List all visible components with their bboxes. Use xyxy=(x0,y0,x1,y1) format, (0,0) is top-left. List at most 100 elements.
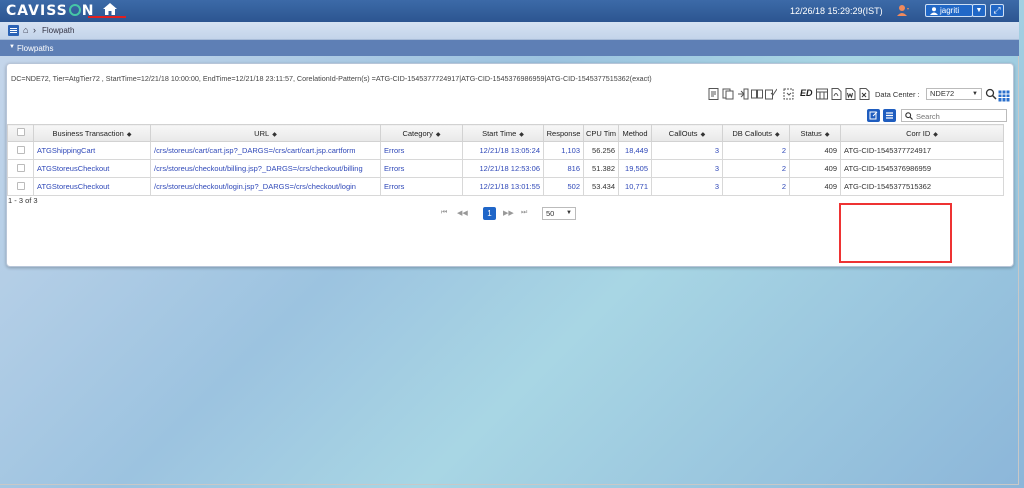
user-menu-button[interactable]: jagriti xyxy=(925,4,973,17)
server-datetime: 12/26/18 15:29:29(IST) xyxy=(790,6,883,16)
db-callouts-link[interactable]: 2 xyxy=(722,159,790,178)
url-link[interactable]: /crs/storeus/cart/cart.jsp?_DARGS=/crs/c… xyxy=(150,141,381,160)
search-field[interactable] xyxy=(901,109,1007,122)
caret-down-icon: ▼ xyxy=(972,91,978,97)
compare-icon[interactable] xyxy=(751,88,763,100)
current-page-button[interactable]: 1 xyxy=(483,207,496,220)
response-link[interactable]: 1,103 xyxy=(543,141,584,160)
edit-button[interactable] xyxy=(867,109,880,122)
column-header[interactable]: Business Transaction ◆ xyxy=(33,124,151,142)
user-icon xyxy=(930,7,938,15)
cpu-time-cell: 51.382 xyxy=(583,159,619,178)
last-page-icon[interactable]: ⏭ xyxy=(521,209,527,217)
pdf-icon[interactable] xyxy=(830,88,842,100)
response-link[interactable]: 816 xyxy=(543,159,584,178)
table-row[interactable]: ATGShippingCart /crs/storeus/cart/cart.j… xyxy=(7,141,1004,160)
breadcrumb-home-icon[interactable]: ⌂ xyxy=(23,25,28,35)
status-cell: 409 xyxy=(789,159,841,178)
column-header[interactable]: CPU Tim xyxy=(583,124,619,142)
column-header[interactable]: DB Callouts ◆ xyxy=(722,124,790,142)
column-toggle-button[interactable] xyxy=(883,109,896,122)
callouts-link[interactable]: 3 xyxy=(651,159,723,178)
status-cell: 409 xyxy=(789,177,841,196)
sort-icon: ◆ xyxy=(519,131,524,138)
table-row[interactable]: ATGStoreusCheckout /crs/storeus/checkout… xyxy=(7,159,1004,178)
business-transaction-link[interactable]: ATGStoreusCheckout xyxy=(33,177,151,196)
ed-icon[interactable]: ED xyxy=(800,88,813,100)
business-transaction-link[interactable]: ATGStoreusCheckout xyxy=(33,159,151,178)
menu-toggle-button[interactable] xyxy=(8,25,19,36)
column-header[interactable]: CallOuts ◆ xyxy=(651,124,723,142)
column-header[interactable]: Method xyxy=(618,124,652,142)
cpu-time-cell: 53.434 xyxy=(583,177,619,196)
page-size-select[interactable]: 50 ▼ xyxy=(542,207,576,220)
copy-icon[interactable] xyxy=(722,88,734,100)
section-title: Flowpaths xyxy=(17,44,54,53)
cpu-time-cell: 56.256 xyxy=(583,141,619,160)
row-checkbox[interactable] xyxy=(7,141,34,160)
document-export-icon[interactable] xyxy=(783,88,795,100)
category-cell[interactable]: Errors xyxy=(380,177,463,196)
callouts-link[interactable]: 3 xyxy=(651,141,723,160)
start-time-link[interactable]: 12/21/18 13:05:24 xyxy=(462,141,544,160)
breadcrumb-current: Flowpath xyxy=(42,26,75,35)
column-header[interactable]: Corr ID ◆ xyxy=(840,124,1004,142)
method-link[interactable]: 19,505 xyxy=(618,159,652,178)
column-header[interactable]: Start Time ◆ xyxy=(462,124,544,142)
home-active-indicator xyxy=(88,16,126,18)
db-callouts-link[interactable]: 2 xyxy=(722,141,790,160)
callouts-link[interactable]: 3 xyxy=(651,177,723,196)
table-header-row: Business Transaction ◆ URL ◆ Category ◆ Sta… xyxy=(7,124,1004,142)
top-bar: CAVISS N 12/26/18 15:29:29(IST) jagriti ▼… xyxy=(0,0,1019,22)
data-center-select[interactable]: NDE72 ▼ xyxy=(926,88,982,100)
next-page-icon[interactable]: ▶▶ xyxy=(503,209,514,217)
sort-icon: ◆ xyxy=(700,131,706,138)
db-callouts-link[interactable]: 2 xyxy=(722,177,790,196)
excel-icon[interactable] xyxy=(858,88,870,100)
start-time-link[interactable]: 12/21/18 12:53:06 xyxy=(462,159,544,178)
start-time-link[interactable]: 12/21/18 13:01:55 xyxy=(462,177,544,196)
fullscreen-button[interactable]: ⤢ xyxy=(990,4,1004,17)
response-link[interactable]: 502 xyxy=(543,177,584,196)
row-checkbox[interactable] xyxy=(7,177,34,196)
select-all-checkbox[interactable] xyxy=(7,124,34,142)
zoom-icon[interactable] xyxy=(985,88,997,100)
caret-down-icon: ▼ xyxy=(975,7,983,14)
sort-icon: ◆ xyxy=(774,131,780,138)
filter-criteria: DC=NDE72, Tier=AtgTier72 , StartTime=12/… xyxy=(11,74,652,83)
prev-page-icon[interactable]: ◀◀ xyxy=(457,209,468,217)
pdf-export-icon[interactable] xyxy=(708,88,720,100)
business-transaction-link[interactable]: ATGShippingCart xyxy=(33,141,151,160)
search-input[interactable] xyxy=(916,111,1004,121)
data-center-label: Data Center : xyxy=(875,90,920,99)
table-row[interactable]: ATGStoreusCheckout /crs/storeus/checkout… xyxy=(7,177,1004,196)
column-header[interactable]: Category ◆ xyxy=(380,124,463,142)
alert-user-icon[interactable] xyxy=(896,4,910,17)
corr-id-cell: ATG-CID-1545377724917 xyxy=(840,141,1004,160)
column-header[interactable]: Status ◆ xyxy=(789,124,841,142)
breadcrumb: ⌂ › Flowpath xyxy=(0,22,1019,40)
method-link[interactable]: 18,449 xyxy=(618,141,652,160)
category-cell[interactable]: Errors xyxy=(380,141,463,160)
checklist-icon[interactable] xyxy=(765,88,778,100)
caret-down-icon: ▼ xyxy=(566,210,572,216)
url-link[interactable]: /crs/storeus/checkout/billing.jsp?_DARGS… xyxy=(150,159,381,178)
url-link[interactable]: /crs/storeus/checkout/login.jsp?_DARGS=/… xyxy=(150,177,381,196)
flowpaths-section-header[interactable]: ▼ Flowpaths xyxy=(0,40,1019,56)
word-icon[interactable] xyxy=(844,88,856,100)
column-header[interactable]: URL ◆ xyxy=(150,124,381,142)
grid-export-icon[interactable] xyxy=(816,88,828,100)
corr-id-cell: ATG-CID-1545377515362 xyxy=(840,177,1004,196)
method-link[interactable]: 10,771 xyxy=(618,177,652,196)
merge-icon[interactable] xyxy=(737,88,749,100)
sort-icon: ◆ xyxy=(933,131,938,138)
category-cell[interactable]: Errors xyxy=(380,159,463,178)
column-header[interactable]: Response xyxy=(543,124,584,142)
chevron-right-icon: › xyxy=(33,25,36,35)
edit-icon xyxy=(869,111,878,120)
row-checkbox[interactable] xyxy=(7,159,34,178)
user-dropdown-button[interactable]: ▼ xyxy=(972,4,986,17)
table-settings-icon[interactable] xyxy=(998,90,1010,102)
first-page-icon[interactable]: ⏮ xyxy=(441,209,447,217)
record-range: 1 - 3 of 3 xyxy=(8,196,38,205)
